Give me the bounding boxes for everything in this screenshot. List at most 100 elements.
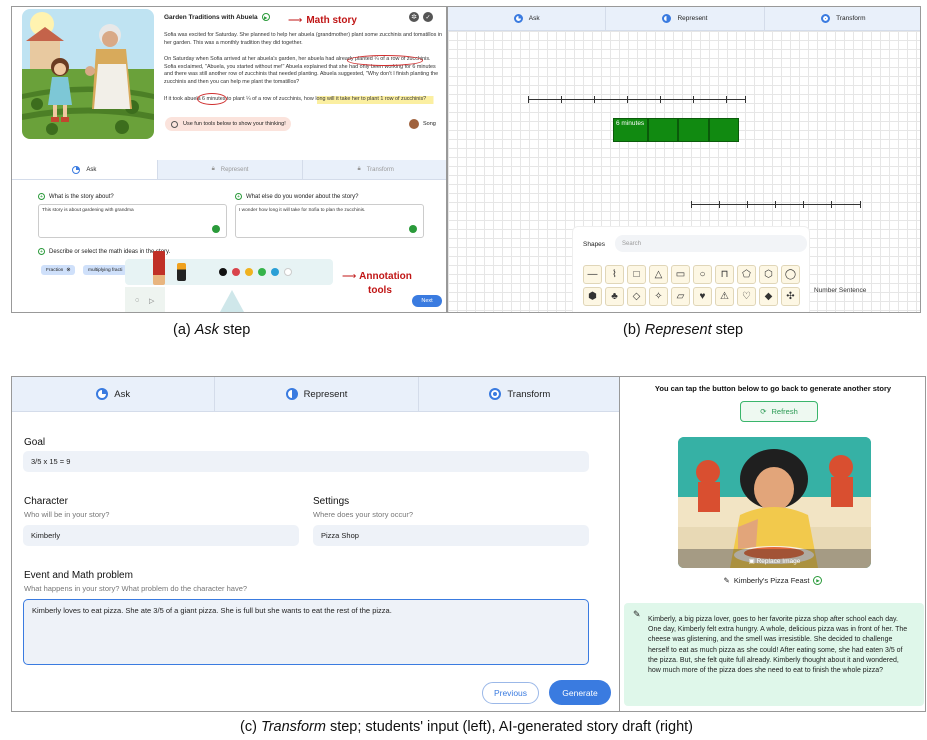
tab-represent[interactable]: Represent (214, 377, 417, 411)
drop-shape-icon[interactable]: ◇ (627, 287, 646, 306)
bar-segment[interactable] (678, 118, 709, 142)
mic-icon[interactable] (409, 225, 417, 233)
heart-shape-icon[interactable]: ♥ (693, 287, 712, 306)
replace-image-button[interactable]: ▣ Replace Image (678, 557, 871, 565)
mic-icon[interactable] (212, 225, 220, 233)
chip-multiplying[interactable]: multiplying fracti (83, 265, 128, 275)
swatch-red[interactable] (232, 268, 240, 276)
story-illustration (22, 9, 154, 139)
panel-ask: Garden Traditions with Abuela ▶ ⟶ Math st… (11, 6, 447, 313)
answer-2-input[interactable]: I wonder how long it will take for Sofia… (235, 204, 424, 238)
swatch-white[interactable] (284, 268, 292, 276)
gear-shape-icon[interactable]: ✣ (781, 287, 800, 306)
annotation-tools-label-2: tools (368, 285, 392, 296)
shape-search-input[interactable]: Search (615, 235, 807, 252)
next-button[interactable]: Next (412, 295, 442, 307)
tab-represent[interactable]: Represent (605, 7, 763, 30)
bar-segment[interactable] (708, 118, 739, 142)
close-icon[interactable]: ⊗ (66, 268, 70, 273)
diamond-shape-icon[interactable]: ◆ (759, 287, 778, 306)
character-input[interactable]: Kimberly (23, 525, 299, 546)
goal-input[interactable]: 3/5 x 15 = 9 (23, 451, 589, 472)
song-button[interactable]: Song (409, 119, 436, 129)
math-story-label: Math story (306, 15, 357, 26)
lasso-icon[interactable]: ◌ (135, 297, 139, 304)
pointer-icon[interactable]: ▷ (149, 297, 154, 305)
annotation-circle-minutes (197, 93, 227, 105)
generate-button[interactable]: Generate (549, 680, 611, 705)
shape-grid: — ⌇ □ △ ▭ ○ ⊓ ⬠ ⬡ ◯ ⬢ ♣ ◇ ✧ ▱ ♥ ⚠ ♡ ◆ ✣ (583, 265, 800, 306)
heart-outline-shape-icon[interactable]: ♡ (737, 287, 756, 306)
rectangle-shape-icon[interactable]: ▭ (671, 265, 690, 284)
cube-shape-icon[interactable]: ⬢ (583, 287, 602, 306)
tab-transform-label: Transform (836, 15, 866, 22)
lock-icon: 🔒︎ (211, 166, 215, 172)
swatch-green[interactable] (258, 268, 266, 276)
arch-shape-icon[interactable]: ⊓ (715, 265, 734, 284)
play-icon[interactable]: ▶ (813, 576, 823, 585)
number-line-2[interactable] (691, 201, 861, 208)
refresh-button[interactable]: ⟳ Refresh (740, 401, 818, 422)
event-textarea[interactable]: Kimberly loves to eat pizza. She ate 3/5… (23, 599, 589, 665)
number-sentence-label: Number Sentence (814, 287, 867, 294)
chip-fraction-label: Fraction (46, 267, 64, 273)
pencil-icon[interactable]: ✎ (633, 609, 641, 620)
pencil-tool[interactable] (153, 251, 165, 285)
freeform-shape-icon[interactable]: ⌇ (605, 265, 624, 284)
settings-icon[interactable]: ✲ (409, 12, 419, 22)
tab-represent-label: Represent (303, 388, 348, 400)
tab-transform[interactable]: Transform (763, 7, 920, 30)
caption-a: (a) Ask step (173, 322, 251, 338)
caption-c: (c) Transform step; students' input (lef… (240, 719, 693, 735)
tab-ask[interactable]: Ask (448, 7, 605, 30)
chip-fraction[interactable]: Fraction ⊗ (41, 265, 76, 275)
hexagon-shape-icon[interactable]: ⬡ (759, 265, 778, 284)
fraction-bar[interactable]: 6 minutes (613, 118, 739, 142)
story-draft-box[interactable]: ✎ Kimberly, a big pizza lover, goes to h… (624, 603, 924, 706)
triangle-shape (220, 290, 244, 312)
tab-ask[interactable]: Ask (12, 160, 157, 179)
settings-label: Settings (313, 496, 350, 507)
question-3: + Describe or select the math ideas in t… (38, 248, 170, 255)
image-icon: ▣ (748, 558, 755, 565)
pentagon-shape-icon[interactable]: ⬠ (737, 265, 756, 284)
previous-button[interactable]: Previous (482, 682, 539, 704)
marker-tool[interactable] (177, 263, 186, 281)
goal-label: Goal (24, 437, 46, 448)
tab-transform[interactable]: 🔒︎ Transform (302, 160, 446, 179)
event-text: Kimberly loves to eat pizza. She ate 3/5… (32, 606, 392, 615)
tab-bar: Ask Represent Transform (448, 7, 920, 31)
play-icon[interactable]: ▶ (261, 13, 270, 21)
settings-input[interactable]: Pizza Shop (313, 525, 589, 546)
represent-icon (285, 388, 298, 400)
warning-shape-icon[interactable]: ⚠ (715, 287, 734, 306)
shapes-label: Shapes (583, 241, 606, 248)
bar-segment[interactable] (647, 118, 678, 142)
swatch-blue[interactable] (271, 268, 279, 276)
math-story-arrow: ⟶ Math story (288, 15, 357, 26)
tab-ask[interactable]: Ask (12, 377, 214, 411)
swatch-yellow[interactable] (245, 268, 253, 276)
cup-shape-icon[interactable]: ▱ (671, 287, 690, 306)
ring-shape-icon[interactable]: ◯ (781, 265, 800, 284)
answer-1-input[interactable]: This story is about gardening with grand… (38, 204, 227, 238)
star-shape-icon[interactable]: ✧ (649, 287, 668, 306)
tab-ask-label: Ask (528, 15, 540, 22)
pencil-icon[interactable]: ✎ (724, 576, 730, 585)
tree-shape-icon[interactable]: ♣ (605, 287, 624, 306)
thumbs-up-icon[interactable]: ✓ (423, 12, 433, 22)
bar-segment[interactable]: 6 minutes (613, 118, 648, 142)
tab-transform[interactable]: Transform (417, 377, 619, 411)
hint-text: Use fun tools below to show your thinkin… (183, 121, 286, 127)
line-shape-icon[interactable]: — (583, 265, 602, 284)
number-line-1[interactable] (528, 96, 746, 103)
circle-shape-icon[interactable]: ○ (693, 265, 712, 284)
square-shape-icon[interactable]: □ (627, 265, 646, 284)
triangle-shape-icon[interactable]: △ (649, 265, 668, 284)
story-title: Garden Traditions with Abuela ▶ (164, 13, 270, 21)
ask-icon (72, 165, 81, 174)
swatch-black[interactable] (219, 268, 227, 276)
question-1-text: What is the story about? (49, 193, 114, 200)
tab-represent[interactable]: 🔒︎ Represent (156, 160, 303, 179)
character-icon (409, 119, 419, 129)
